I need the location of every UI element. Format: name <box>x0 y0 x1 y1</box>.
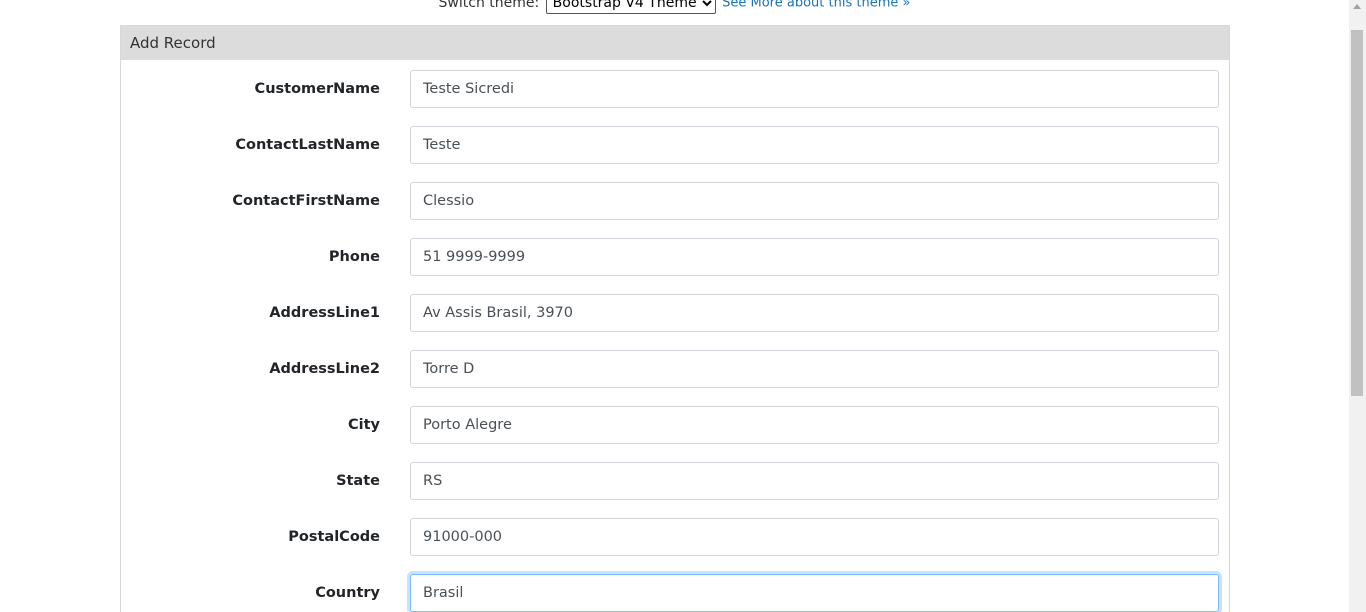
form-row-state: State <box>121 462 1229 500</box>
contactlastname-input[interactable] <box>410 126 1219 164</box>
addressline2-label: AddressLine2 <box>269 361 380 377</box>
form-row-city: City <box>121 406 1229 444</box>
contactfirstname-input[interactable] <box>410 182 1219 220</box>
theme-select[interactable]: Bootstrap V4 Theme <box>545 0 716 14</box>
phone-input[interactable] <box>410 238 1219 276</box>
form-row-contactfirstname: ContactFirstName <box>121 182 1229 220</box>
city-label: City <box>348 417 380 433</box>
form-row-postalcode: PostalCode <box>121 518 1229 556</box>
form-row-addressline2: AddressLine2 <box>121 350 1229 388</box>
form-row-customername: CustomerName <box>121 70 1229 108</box>
country-label: Country <box>315 585 380 601</box>
state-label: State <box>336 473 380 489</box>
city-input[interactable] <box>410 406 1219 444</box>
addressline2-input[interactable] <box>410 350 1219 388</box>
form-row-contactlastname: ContactLastName <box>121 126 1229 164</box>
postalcode-input[interactable] <box>410 518 1219 556</box>
form-row-addressline1: AddressLine1 <box>121 294 1229 332</box>
theme-switcher-label: Switch theme: <box>438 0 540 11</box>
contactfirstname-label: ContactFirstName <box>232 193 380 209</box>
form-row-country: Country <box>121 574 1229 612</box>
addressline1-input[interactable] <box>410 294 1219 332</box>
customername-label: CustomerName <box>254 81 380 97</box>
vertical-scrollbar[interactable] <box>1349 0 1366 612</box>
add-record-panel: Add Record CustomerName ContactLastName … <box>120 25 1230 612</box>
form-row-phone: Phone <box>121 238 1229 276</box>
country-input[interactable] <box>410 574 1219 612</box>
page: Switch theme: Bootstrap V4 Theme See Mor… <box>0 0 1366 612</box>
state-input[interactable] <box>410 462 1219 500</box>
postalcode-label: PostalCode <box>288 529 380 545</box>
scroll-up-arrow-icon[interactable] <box>1353 4 1361 9</box>
scrollbar-thumb[interactable] <box>1351 30 1363 396</box>
theme-info-link[interactable]: See More about this theme » <box>722 0 910 11</box>
addressline1-label: AddressLine1 <box>269 305 380 321</box>
contactlastname-label: ContactLastName <box>235 137 380 153</box>
panel-title: Add Record <box>121 26 1229 60</box>
theme-switcher-bar: Switch theme: Bootstrap V4 Theme See Mor… <box>0 0 1349 14</box>
customername-input[interactable] <box>410 70 1219 108</box>
phone-label: Phone <box>328 249 380 265</box>
